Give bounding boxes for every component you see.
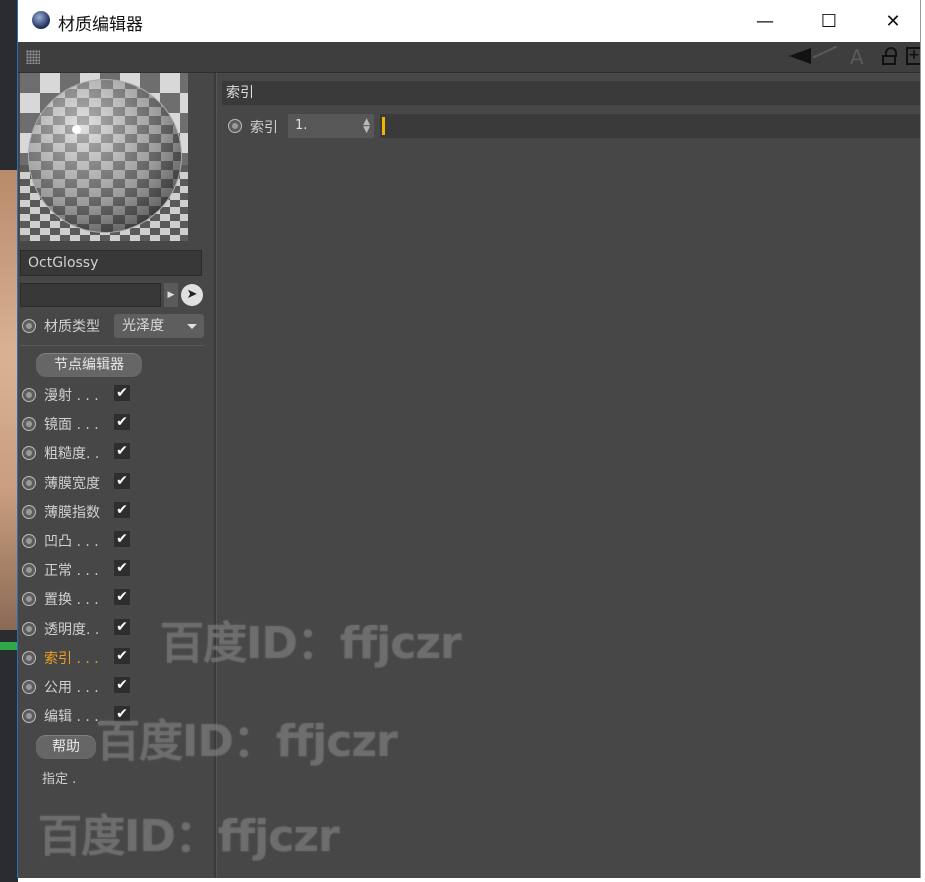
back-arrow-icon[interactable]: [789, 48, 811, 64]
up-arrow-icon[interactable]: A: [850, 45, 864, 69]
grip-icon[interactable]: [26, 50, 40, 64]
channel-label[interactable]: 置换 . . .: [44, 589, 99, 609]
channel-row[interactable]: 薄膜指数 ✔: [22, 501, 212, 523]
index-value-input[interactable]: 1. ▲ ▼: [288, 114, 374, 138]
minimize-button[interactable]: —: [734, 0, 796, 42]
material-type-radio[interactable]: [22, 319, 36, 333]
stepper-arrows-icon[interactable]: ▲ ▼: [363, 118, 370, 135]
node-editor-button[interactable]: 节点编辑器: [36, 353, 142, 377]
background-status-bar: [0, 642, 18, 650]
lock-icon[interactable]: [882, 47, 898, 65]
channel-radio[interactable]: [22, 504, 36, 519]
channel-checkbox[interactable]: ✔: [114, 647, 130, 664]
chevron-down-icon: [187, 324, 197, 329]
index-section-header: 索引: [222, 81, 920, 105]
channel-checkbox[interactable]: ✔: [114, 414, 130, 431]
channel-radio[interactable]: [22, 650, 36, 665]
channel-checkbox[interactable]: ✔: [114, 560, 130, 577]
channel-checkbox[interactable]: ✔: [114, 677, 130, 693]
channel-label[interactable]: 透明度. .: [44, 619, 99, 639]
channel-radio[interactable]: [22, 621, 36, 636]
channel-radio[interactable]: [22, 417, 36, 432]
material-preview[interactable]: [20, 73, 188, 241]
background-image-fragment: [0, 170, 18, 630]
background-window-strip: [0, 0, 18, 882]
channel-row[interactable]: 镜面 . . . ✔: [22, 413, 212, 435]
channel-label[interactable]: 粗糙度. .: [44, 443, 99, 463]
title-bar[interactable]: 材质编辑器 — ☐ ✕: [18, 0, 920, 42]
pick-cursor-icon[interactable]: ➤: [181, 284, 203, 306]
channel-checkbox[interactable]: ✔: [114, 443, 130, 460]
channel-label[interactable]: 编辑 . . .: [44, 706, 99, 726]
channel-checkbox[interactable]: ✔: [114, 385, 130, 401]
channel-row[interactable]: 薄膜宽度 ✔: [22, 472, 212, 494]
help-button[interactable]: 帮助: [36, 735, 96, 759]
cinema4d-app-icon: [32, 11, 50, 29]
material-link-field[interactable]: [20, 283, 161, 307]
index-param-radio[interactable]: [228, 119, 242, 133]
channel-row[interactable]: 粗糙度. . ✔: [22, 442, 212, 464]
index-value: 1.: [295, 118, 308, 133]
editor-toolbar: A +: [18, 42, 920, 73]
close-button[interactable]: ✕: [862, 0, 920, 42]
channel-radio[interactable]: [22, 680, 36, 694]
channel-radio[interactable]: [22, 475, 36, 490]
window-title: 材质编辑器: [58, 15, 143, 35]
forward-arrow-icon[interactable]: [812, 45, 838, 59]
channel-label[interactable]: 薄膜指数: [44, 502, 100, 522]
channel-label[interactable]: 正常 . . .: [44, 560, 99, 580]
channel-radio[interactable]: [22, 446, 36, 461]
material-type-value: 光泽度: [122, 318, 164, 334]
channel-checkbox[interactable]: ✔: [114, 589, 130, 606]
divider: [20, 345, 204, 346]
index-slider[interactable]: [380, 114, 920, 138]
material-type-label: 材质类型: [44, 319, 100, 335]
channel-label[interactable]: 薄膜宽度: [44, 473, 100, 493]
channel-label[interactable]: 索引 . . .: [44, 648, 99, 668]
material-name-field[interactable]: OctGlossy: [20, 250, 202, 276]
channel-checkbox[interactable]: ✔: [114, 531, 130, 547]
slider-handle[interactable]: [382, 117, 385, 135]
channel-row[interactable]: 公用 . . . ✔: [22, 676, 212, 698]
channel-radio[interactable]: [22, 563, 36, 578]
watermark: 百度ID：ffjczr: [160, 618, 462, 669]
channel-checkbox[interactable]: ✔: [114, 618, 130, 635]
channel-label[interactable]: 漫射 . . .: [44, 385, 99, 405]
channel-radio[interactable]: [22, 534, 36, 548]
channel-checkbox[interactable]: ✔: [114, 501, 130, 518]
channel-row[interactable]: 漫射 . . . ✔: [22, 384, 212, 406]
channel-checkbox[interactable]: ✔: [114, 472, 130, 489]
channel-label[interactable]: 镜面 . . .: [44, 414, 99, 434]
channel-row[interactable]: 正常 . . . ✔: [22, 559, 212, 581]
channel-radio[interactable]: [22, 388, 36, 402]
channel-label[interactable]: 凹凸 . . .: [44, 531, 99, 551]
maximize-button[interactable]: ☐: [798, 0, 860, 42]
assign-label: 指定 .: [42, 772, 77, 787]
channel-label[interactable]: 公用 . . .: [44, 677, 99, 697]
channel-radio[interactable]: [22, 592, 36, 607]
new-window-icon[interactable]: +: [906, 47, 920, 65]
material-type-select[interactable]: 光泽度: [114, 314, 204, 338]
link-arrow-icon[interactable]: ▶: [164, 283, 178, 307]
watermark: 百度ID：ffjczr: [38, 811, 340, 862]
channel-row[interactable]: 凹凸 . . . ✔: [22, 530, 212, 552]
channel-radio[interactable]: [22, 709, 36, 724]
index-param-label: 索引: [250, 120, 278, 136]
watermark: 百度ID：ffjczr: [96, 716, 398, 767]
